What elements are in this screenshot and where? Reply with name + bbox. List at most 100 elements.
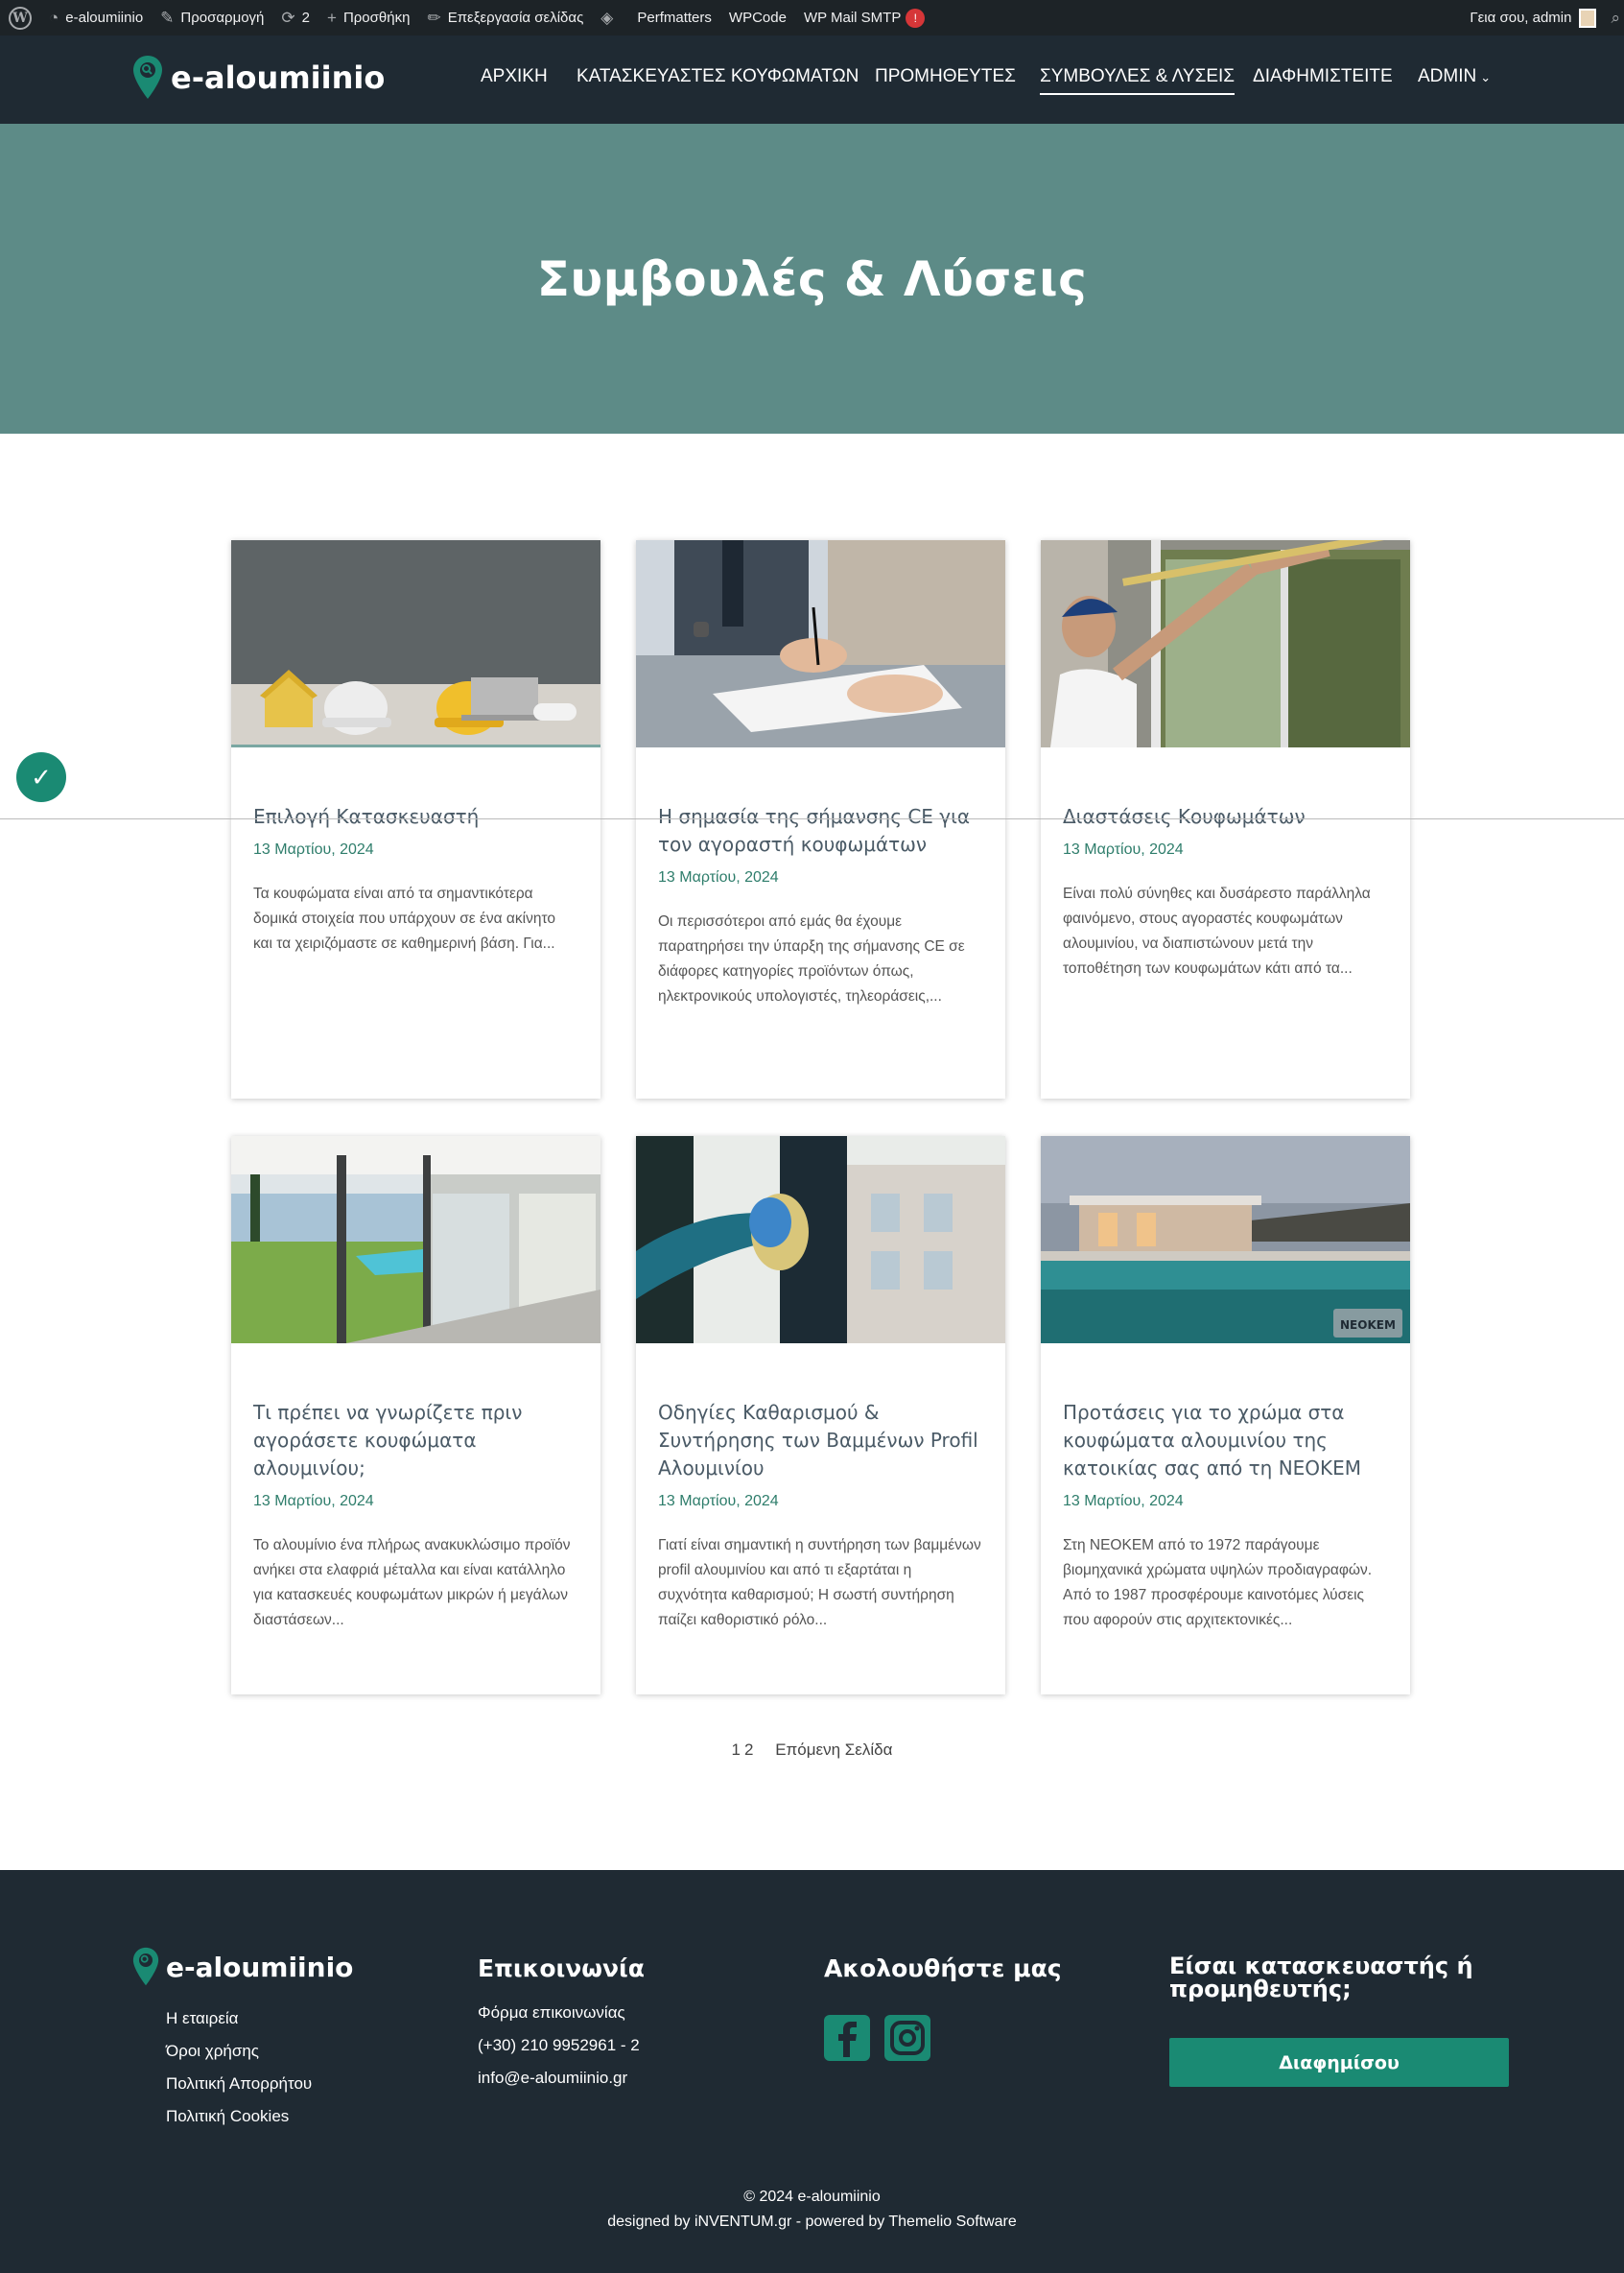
- post-date: 13 Μαρτίου, 2024: [1063, 1493, 1184, 1509]
- avatar: [1579, 8, 1597, 28]
- post-title[interactable]: Προτάσεις για το χρώμα στα κουφώματα αλο…: [1063, 1399, 1388, 1482]
- post-excerpt: Το αλουμίνιο ένα πλήρως ανακυκλώσιμο προ…: [253, 1537, 571, 1628]
- wordpress-menu[interactable]: W: [0, 0, 40, 36]
- post-thumbnail-signing[interactable]: [636, 540, 1005, 747]
- post-card[interactable]: Επιλογή Κατασκευαστή 13 Μαρτίου, 2024 Τα…: [231, 540, 600, 1099]
- map-pin-icon: [132, 1947, 159, 1986]
- post-thumbnail-cleaning[interactable]: [636, 1136, 1005, 1343]
- footer-follow: Ακολουθήστε μας: [824, 1954, 1062, 1982]
- admin-edit-page-link[interactable]: ✏ Επεξεργασία σελίδας: [418, 0, 592, 36]
- post-body: Η σημασία της σήμανσης CE για τον αγορασ…: [636, 747, 1005, 1009]
- nav-suppliers[interactable]: ΠΡΟΜΗΘΕΥΤΕΣ: [875, 66, 1016, 87]
- post-body: Οδηγίες Καθαρισμού & Συντήρησης των Βαμμ…: [636, 1343, 1005, 1633]
- footer-cta: Είσαι κατασκευαστής ή προμηθευτής;: [1169, 1954, 1495, 2001]
- admin-customize-link[interactable]: ✎ Προσαρμογή: [152, 0, 272, 36]
- post-title[interactable]: Η σημασία της σήμανσης CE για τον αγορασ…: [658, 803, 983, 859]
- admin-smtp-link[interactable]: WP Mail SMTP!: [795, 0, 933, 36]
- plus-icon: +: [327, 9, 337, 27]
- post-card[interactable]: Τι πρέπει να γνωρίζετε πριν αγοράσετε κο…: [231, 1136, 600, 1694]
- post-excerpt: Τα κουφώματα είναι από τα σημαντικότερα …: [253, 886, 555, 952]
- footer-cta-title: Είσαι κατασκευαστής ή προμηθευτής;: [1169, 1953, 1473, 2002]
- post-thumbnail-helmets[interactable]: [231, 540, 600, 747]
- footer-link-cookies[interactable]: Πολιτική Cookies: [166, 2107, 312, 2126]
- facebook-icon: [824, 2015, 870, 2061]
- page-title: Συμβουλές & Λύσεις: [536, 250, 1088, 307]
- post-date: 13 Μαρτίου, 2024: [253, 1493, 374, 1509]
- footer-email[interactable]: info@e-aloumiinio.gr: [478, 2069, 645, 2088]
- nav-advertise[interactable]: ΔΙΑΦΗΜΙΣΤΕΙΤΕ: [1253, 66, 1393, 87]
- post-card[interactable]: Η σημασία της σήμανσης CE για τον αγορασ…: [636, 540, 1005, 1099]
- admin-wpcode-link[interactable]: WPCode: [720, 0, 795, 36]
- page-1-link[interactable]: 1: [732, 1740, 741, 1759]
- page-2-link[interactable]: 2: [744, 1740, 753, 1759]
- advertise-button[interactable]: Διαφημίσου: [1169, 2038, 1509, 2087]
- post-card[interactable]: Οδηγίες Καθαρισμού & Συντήρησης των Βαμμ…: [636, 1136, 1005, 1694]
- footer-link-company[interactable]: Η εταιρεία: [166, 2009, 312, 2028]
- accessibility-widget-button[interactable]: ✓: [16, 752, 66, 802]
- footer-link-contact-form[interactable]: Φόρμα επικοινωνίας: [478, 2003, 645, 2023]
- overlay-divider: [0, 818, 1624, 819]
- brush-icon: ✎: [160, 9, 175, 27]
- post-excerpt: Είναι πολύ σύνηθες και δυσάρεστο παράλλη…: [1063, 886, 1371, 977]
- nav-tips-solutions[interactable]: ΣΥΜΒΟΥΛΕΣ & ΛΥΣΕΙΣ: [1040, 66, 1236, 95]
- diamond-icon: ◈: [600, 9, 614, 27]
- instagram-icon: [884, 2015, 930, 2061]
- admin-diamond-menu[interactable]: ◈: [592, 0, 628, 36]
- footer-follow-title: Ακολουθήστε μας: [824, 1954, 1062, 1982]
- site-header: e-aloumiinio ΑΡΧΙΚΗ ΚΑΤΑΣΚΕΥΑΣΤΕΣ ΚΟΥΦΩΜ…: [0, 36, 1624, 124]
- map-pin-icon: [133, 56, 162, 99]
- post-thumbnail-pool-house[interactable]: [231, 1136, 600, 1343]
- pagination: 12 Επόμενη Σελίδα: [0, 1740, 1624, 1760]
- facebook-link[interactable]: [824, 2015, 870, 2061]
- copyright: © 2024 e-aloumiinio: [743, 2189, 881, 2205]
- search-icon: ⌕: [1611, 9, 1620, 27]
- refresh-icon: ⟳: [281, 9, 295, 27]
- dashboard-icon: ◔: [49, 9, 59, 27]
- admin-new-link[interactable]: + Προσθήκη: [318, 0, 418, 36]
- next-page-link[interactable]: Επόμενη Σελίδα: [775, 1740, 892, 1759]
- admin-updates-link[interactable]: ⟳ 2: [272, 0, 318, 36]
- footer-company-links: Η εταιρεία Όροι χρήσης Πολιτική Απορρήτο…: [166, 2009, 312, 2140]
- post-excerpt: Οι περισσότεροι από εμάς θα έχουμε παρατ…: [658, 913, 965, 1005]
- post-date: 13 Μαρτίου, 2024: [253, 841, 374, 858]
- post-excerpt: Στη ΝΕΟΚΕΜ από το 1972 παράγουμε βιομηχα…: [1063, 1537, 1373, 1628]
- nav-manufacturers[interactable]: ΚΑΤΑΣΚΕΥΑΣΤΕΣ ΚΟΥΦΩΜΑΤΩΝ: [577, 66, 859, 87]
- post-card[interactable]: Διαστάσεις Κουφωμάτων 13 Μαρτίου, 2024 Ε…: [1041, 540, 1410, 1099]
- footer-link-privacy[interactable]: Πολιτική Απορρήτου: [166, 2074, 312, 2094]
- footer-contact-title: Επικοινωνία: [478, 1954, 645, 1982]
- wordpress-icon: W: [9, 6, 32, 30]
- post-thumbnail-neokem-villa[interactable]: NEOKEM: [1041, 1136, 1410, 1343]
- post-body: Προτάσεις για το χρώμα στα κουφώματα αλο…: [1041, 1343, 1410, 1633]
- post-body: Επιλογή Κατασκευαστή 13 Μαρτίου, 2024 Τα…: [231, 747, 600, 957]
- admin-account-menu[interactable]: Γεια σου, admin: [1461, 0, 1605, 36]
- post-title[interactable]: Οδηγίες Καθαρισμού & Συντήρησης των Βαμμ…: [658, 1399, 983, 1482]
- admin-bar: W ◔ e-aloumiinio ✎ Προσαρμογή ⟳ 2 + Προσθήκη…: [0, 0, 1624, 36]
- alert-badge: !: [906, 8, 926, 28]
- admin-site-link[interactable]: ◔ e-aloumiinio: [40, 0, 152, 36]
- nav-home[interactable]: ΑΡΧΙΚΗ: [481, 66, 548, 87]
- footer-phone[interactable]: (+30) 210 9952961 - 2: [478, 2036, 645, 2055]
- post-title[interactable]: Διαστάσεις Κουφωμάτων: [1063, 803, 1388, 831]
- post-date: 13 Μαρτίου, 2024: [658, 869, 779, 886]
- post-body: Τι πρέπει να γνωρίζετε πριν αγοράσετε κο…: [231, 1343, 600, 1633]
- post-thumbnail-installer[interactable]: [1041, 540, 1410, 747]
- eco-check-icon: ✓: [31, 762, 52, 792]
- site-logo[interactable]: e-aloumiinio: [131, 55, 385, 101]
- credits: designed by iNVENTUM.gr - powered by The…: [607, 2214, 1017, 2230]
- post-card[interactable]: NEOKEM Προτάσεις για το χρώμα στα κουφώμ…: [1041, 1136, 1410, 1694]
- pencil-icon: ✏: [427, 9, 441, 27]
- post-date: 13 Μαρτίου, 2024: [1063, 841, 1184, 858]
- neokem-watermark: NEOKEM: [1340, 1318, 1396, 1332]
- page-hero: Συμβουλές & Λύσεις: [0, 124, 1624, 434]
- instagram-link[interactable]: [884, 2015, 930, 2061]
- nav-admin[interactable]: ADMIN ⌄: [1418, 66, 1491, 87]
- post-title[interactable]: Επιλογή Κατασκευαστή: [253, 803, 578, 831]
- post-body: Διαστάσεις Κουφωμάτων 13 Μαρτίου, 2024 Ε…: [1041, 747, 1410, 982]
- footer-contact: Επικοινωνία Φόρμα επικοινωνίας (+30) 210…: [478, 1954, 645, 2101]
- admin-perfmatters-link[interactable]: Perfmatters: [628, 0, 720, 36]
- footer-logo[interactable]: e-aloumiinio: [131, 1947, 353, 1987]
- admin-search[interactable]: ⌕: [1605, 0, 1624, 36]
- footer-link-terms[interactable]: Όροι χρήσης: [166, 2042, 312, 2061]
- post-title[interactable]: Τι πρέπει να γνωρίζετε πριν αγοράσετε κο…: [253, 1399, 578, 1482]
- post-excerpt: Γιατί είναι σημαντική η συντήρηση των βα…: [658, 1537, 981, 1628]
